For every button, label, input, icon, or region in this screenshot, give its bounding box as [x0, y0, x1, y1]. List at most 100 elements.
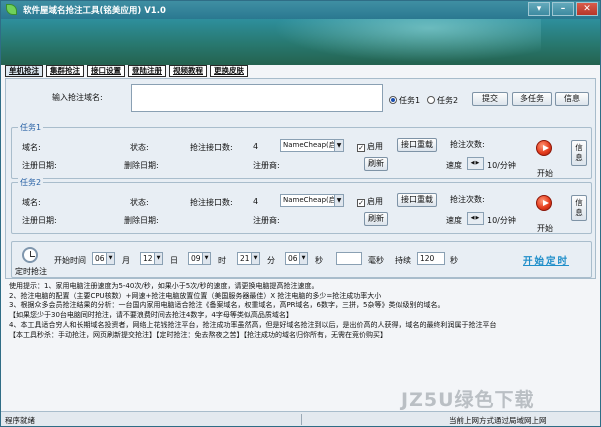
- task2-reg-date-label: 注册日期:: [22, 216, 57, 225]
- tip-line: 【如果您少于30台电脑同时抢注，请不要浪费时间去抢注4数字，4字母等类似高品质域…: [9, 311, 293, 320]
- status-separator: [301, 414, 302, 425]
- task1-reg-date-label: 注册日期:: [22, 161, 57, 170]
- task1-domain-label: 域名:: [22, 143, 41, 152]
- chevron-down-icon: ▼: [154, 253, 162, 264]
- clock-icon: [22, 247, 38, 263]
- task1-group: 任务1 域名: 状态: 抢注接口数: 4 NameCheap(启用 ▼ ✓ 启用 接…: [11, 122, 592, 179]
- task1-attempts-label: 抢注次数:: [450, 140, 485, 149]
- hour-select[interactable]: 09 ▼: [188, 252, 211, 265]
- duration-unit: 秒: [450, 256, 458, 265]
- window-controls: ▾ – ✕: [528, 2, 598, 16]
- task1-status-label: 状态:: [130, 143, 149, 152]
- task2-iface-count: 4: [253, 197, 259, 206]
- task1-reload-button[interactable]: 接口重载: [397, 138, 437, 152]
- tip-line: 使用提示：1、家用电脑注册速度为5-40次/秒，如果小于5次/秒的速度，请更换电…: [9, 282, 319, 290]
- tab-interface-settings[interactable]: 接口设置: [87, 65, 125, 77]
- task1-radio[interactable]: 任务1: [389, 95, 420, 106]
- task1-speed-label: 速度: [446, 161, 462, 170]
- tab-single[interactable]: 单机抢注: [5, 65, 43, 77]
- day-select[interactable]: 12 ▼: [140, 252, 163, 265]
- info-button[interactable]: 信息: [555, 92, 589, 106]
- main-panel: 输入抢注域名: 任务1 任务2 提交 多任务 信息 任务1 域名: 状态: 抢注…: [5, 78, 596, 279]
- task2-registrar-label: 注册商:: [253, 216, 280, 225]
- minute-select[interactable]: 21 ▼: [237, 252, 260, 265]
- task2-start-label: 开始: [537, 224, 553, 233]
- task2-play-icon[interactable]: [536, 195, 552, 211]
- minute-label: 分: [267, 256, 275, 265]
- month-label: 月: [122, 256, 130, 265]
- task2-provider-select[interactable]: NameCheap(启用 ▼: [280, 194, 344, 207]
- tip-line: 3、根据众多会员抢注结果的分析：一台国内家用电脑适合抢注《备案域名，权重域名，高…: [9, 301, 445, 310]
- radio-icon: [389, 96, 397, 104]
- app-logo-icon: [6, 4, 17, 15]
- task2-speed-spinner[interactable]: ◀▶: [467, 212, 484, 225]
- task1-play-icon[interactable]: [536, 140, 552, 156]
- task1-speed-spinner[interactable]: ◀▶: [467, 157, 484, 170]
- day-label: 日: [170, 256, 178, 265]
- task2-radio[interactable]: 任务2: [427, 95, 458, 106]
- task2-attempts-label: 抢注次数:: [450, 195, 485, 204]
- task2-title: 任务2: [18, 177, 44, 188]
- window-title: 软件屋域名抢注工具(铭美应用) V1.0: [23, 6, 166, 16]
- chevron-down-icon: ▼: [334, 140, 343, 151]
- banner-image: [1, 19, 600, 65]
- timer-label: 定时抢注: [15, 267, 47, 276]
- task2-speed-value: 10/分钟: [487, 216, 516, 225]
- task2-status-label: 状态:: [130, 198, 149, 207]
- submit-button[interactable]: 提交: [472, 92, 508, 106]
- task2-del-date-label: 删除日期:: [124, 216, 159, 225]
- task1-info-button[interactable]: 信息: [571, 140, 587, 166]
- duration-input[interactable]: 120: [417, 252, 445, 265]
- task1-enable-checkbox[interactable]: ✓ 启用: [357, 141, 383, 152]
- month-select[interactable]: 06 ▼: [92, 252, 115, 265]
- tip-line: 2、抢注电脑的配置（主要CPU核数）+网速+抢注电脑放置位置（美国服务器最佳）X…: [9, 291, 382, 300]
- minimize-button[interactable]: –: [552, 2, 574, 16]
- second-select[interactable]: 06 ▼: [285, 252, 308, 265]
- tab-video-tutorial[interactable]: 视频教程: [169, 65, 207, 77]
- domain-input[interactable]: [131, 84, 383, 112]
- close-button[interactable]: ✕: [576, 2, 598, 16]
- title-bar: 软件屋域名抢注工具(铭美应用) V1.0 ▾ – ✕: [1, 1, 600, 19]
- task1-del-date-label: 删除日期:: [124, 161, 159, 170]
- start-time-label: 开始时间: [54, 256, 86, 265]
- task2-refresh-button[interactable]: 刷新: [364, 212, 388, 226]
- checkbox-icon: ✓: [357, 144, 365, 152]
- task1-start-label: 开始: [537, 169, 553, 178]
- status-left: 程序就绪: [5, 416, 35, 425]
- chevron-down-icon: ▼: [299, 253, 307, 264]
- status-right: 当前上网方式通过局域网上网: [449, 416, 547, 425]
- timer-group: 定时抢注 开始时间 06 ▼ 月 12 ▼ 日 09 ▼ 时 21 ▼ 分 06 ▼ 秒 …: [11, 241, 592, 278]
- task1-speed-value: 10/分钟: [487, 161, 516, 170]
- chevron-down-icon: ▼: [106, 253, 114, 264]
- status-bar: 程序就绪 当前上网方式通过局域网上网: [1, 411, 600, 426]
- task2-reload-button[interactable]: 接口重载: [397, 193, 437, 207]
- millisecond-label: 毫秒: [368, 256, 384, 265]
- tab-cluster[interactable]: 集群抢注: [46, 65, 84, 77]
- checkbox-icon: ✓: [357, 199, 365, 207]
- task2-group: 任务2 域名: 状态: 抢注接口数: 4 NameCheap(启用 ▼ ✓ 启用 接…: [11, 177, 592, 234]
- multitask-button[interactable]: 多任务: [512, 92, 552, 106]
- tab-login-register[interactable]: 登陆注册: [128, 65, 166, 77]
- start-timer-button[interactable]: 开始定时: [523, 253, 569, 267]
- tab-change-skin[interactable]: 更换皮肤: [210, 65, 248, 77]
- task1-registrar-label: 注册商:: [253, 161, 280, 170]
- tip-line: 4、本工具适合穷人和长期域名投资者，网络上花钱抢注平台，抢注成功率虽然高，但是好…: [9, 320, 497, 329]
- millisecond-input[interactable]: [336, 252, 362, 265]
- task2-speed-label: 速度: [446, 216, 462, 225]
- task2-info-button[interactable]: 信息: [571, 195, 587, 221]
- task2-iface-count-label: 抢注接口数:: [190, 198, 233, 207]
- task2-enable-checkbox[interactable]: ✓ 启用: [357, 196, 383, 207]
- tab-bar: 单机抢注 集群抢注 接口设置 登陆注册 视频教程 更换皮肤: [5, 65, 248, 77]
- hour-label: 时: [218, 256, 226, 265]
- radio-icon: [427, 96, 435, 104]
- tip-line: 【本工具秒杀：手动抢注，网页刷新提交抢注】【定时抢注：免去熬夜之苦】【抢注成功的…: [9, 330, 387, 339]
- task1-iface-count-label: 抢注接口数:: [190, 143, 233, 152]
- second-label: 秒: [315, 256, 323, 265]
- task1-provider-select[interactable]: NameCheap(启用 ▼: [280, 139, 344, 152]
- task1-iface-count: 4: [253, 142, 259, 151]
- app-window: 软件屋域名抢注工具(铭美应用) V1.0 ▾ – ✕ 单机抢注 集群抢注 接口设…: [0, 0, 601, 427]
- skin-icon[interactable]: ▾: [528, 2, 550, 16]
- task1-title: 任务1: [18, 122, 44, 133]
- chevron-down-icon: ▼: [202, 253, 210, 264]
- task1-refresh-button[interactable]: 刷新: [364, 157, 388, 171]
